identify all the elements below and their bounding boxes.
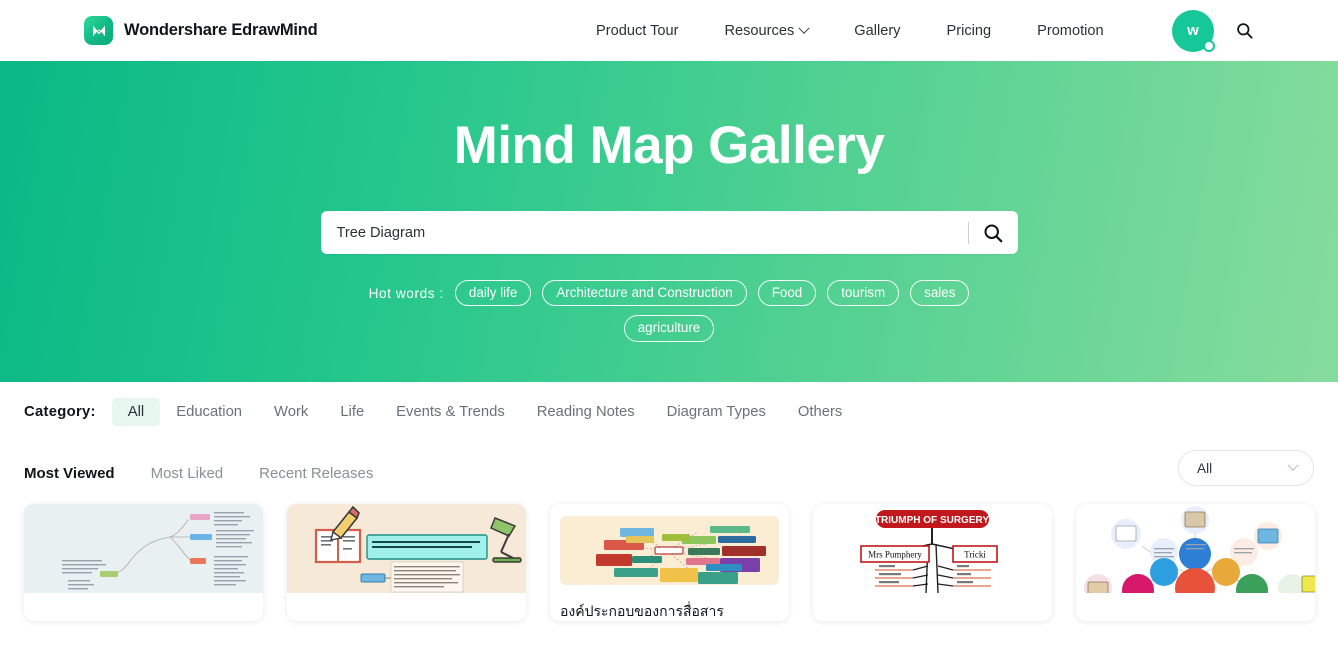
card-thumbnail <box>1076 504 1315 593</box>
nav-label: Gallery <box>854 22 901 39</box>
nav-item-pricing[interactable]: Pricing <box>923 23 1014 39</box>
avatar-letter: w <box>1187 22 1199 39</box>
nav-label: Product Tour <box>596 22 679 39</box>
brand-name: Wondershare EdrawMind <box>124 21 318 39</box>
search-submit-button[interactable] <box>982 222 1004 244</box>
card-thumbnail <box>550 504 789 593</box>
nav-item-product-tour[interactable]: Product Tour <box>573 23 701 39</box>
sort-tab-recent-releases[interactable]: Recent Releases <box>259 465 373 482</box>
search-divider <box>967 221 969 244</box>
category-item-education[interactable]: Education <box>160 398 258 426</box>
page-title: Mind Map Gallery <box>453 116 885 175</box>
gallery-card[interactable] <box>24 504 263 621</box>
card-thumbnail <box>24 504 263 593</box>
category-item-life[interactable]: Life <box>324 398 380 426</box>
hot-word-food[interactable]: Food <box>757 280 817 307</box>
card-title <box>287 593 526 602</box>
search-icon <box>983 223 1002 242</box>
avatar[interactable]: w <box>1172 9 1215 52</box>
brand-logo-link[interactable]: Wondershare EdrawMind <box>84 16 318 45</box>
category-label: Category: <box>24 404 96 420</box>
header-actions: w <box>1172 0 1254 61</box>
avatar-status-badge <box>1203 39 1215 52</box>
sort-tab-most-liked[interactable]: Most Liked <box>151 465 224 482</box>
search-input[interactable] <box>336 224 964 241</box>
hero-banner: Mind Map Gallery Hot words : daily life … <box>0 61 1338 382</box>
card-thumb-heading: TRIUMPH OF SURGERY <box>875 515 989 526</box>
card-thumb-left-node: Mrs Pumphery <box>868 550 922 560</box>
card-title <box>1076 593 1315 602</box>
site-header: Wondershare EdrawMind Product Tour Resou… <box>0 0 1338 61</box>
sort-tab-most-viewed[interactable]: Most Viewed <box>24 465 115 482</box>
main-nav: Product Tour Resources Gallery Pricing P… <box>573 0 1127 61</box>
category-item-all[interactable]: All <box>111 398 161 426</box>
nav-item-resources[interactable]: Resources <box>701 22 831 39</box>
card-thumb-right-node: Tricki <box>964 550 986 560</box>
category-filter-row: Category: All Education Work Life Events… <box>24 382 1314 442</box>
hot-word-daily-life[interactable]: daily life <box>454 280 532 307</box>
hot-words-label: Hot words : <box>368 285 444 301</box>
select-value: All <box>1197 460 1213 476</box>
chevron-down-icon <box>798 22 810 34</box>
gallery-card-grid: องค์ประกอบของการสื่อสาร TRIUMPH OF SURGE… <box>0 504 1338 621</box>
nav-label: Pricing <box>946 22 992 39</box>
hot-word-tourism[interactable]: tourism <box>827 280 900 307</box>
nav-label: Resources <box>724 22 795 39</box>
gallery-card[interactable] <box>287 504 526 621</box>
nav-label: Promotion <box>1037 22 1104 39</box>
hot-words: Hot words : daily life Architecture and … <box>319 280 1019 342</box>
card-thumbnail: TRIUMPH OF SURGERY Mrs Pumphery Tricki <box>813 504 1052 593</box>
gallery-card[interactable] <box>1076 504 1315 621</box>
category-item-work[interactable]: Work <box>258 398 324 426</box>
sort-filter-row: Most Viewed Most Liked Recent Releases A… <box>24 442 1314 504</box>
gallery-card[interactable]: TRIUMPH OF SURGERY Mrs Pumphery Tricki <box>813 504 1052 621</box>
gallery-card[interactable]: องค์ประกอบของการสื่อสาร <box>550 504 789 621</box>
edrawmind-logo-icon <box>84 16 113 45</box>
card-title <box>813 593 1052 602</box>
category-item-diagram-types[interactable]: Diagram Types <box>651 398 782 426</box>
card-title: องค์ประกอบของการสื่อสาร <box>560 603 724 619</box>
category-item-others[interactable]: Others <box>782 398 858 426</box>
nav-item-gallery[interactable]: Gallery <box>831 23 923 39</box>
gallery-search-bar <box>320 211 1018 254</box>
filter-area: Category: All Education Work Life Events… <box>0 382 1338 504</box>
category-item-reading-notes[interactable]: Reading Notes <box>521 398 651 426</box>
nav-item-promotion[interactable]: Promotion <box>1014 23 1127 39</box>
category-item-events-and-trends[interactable]: Events & Trends <box>380 398 521 426</box>
hot-word-architecture-and-construction[interactable]: Architecture and Construction <box>542 280 747 307</box>
card-thumbnail <box>287 504 526 593</box>
hot-word-sales[interactable]: sales <box>910 280 970 307</box>
language-filter-select[interactable]: All <box>1178 450 1314 486</box>
card-title <box>24 593 263 602</box>
header-search-icon[interactable] <box>1235 21 1254 40</box>
chevron-down-icon <box>1287 459 1299 471</box>
hot-word-agriculture[interactable]: agriculture <box>623 315 715 342</box>
